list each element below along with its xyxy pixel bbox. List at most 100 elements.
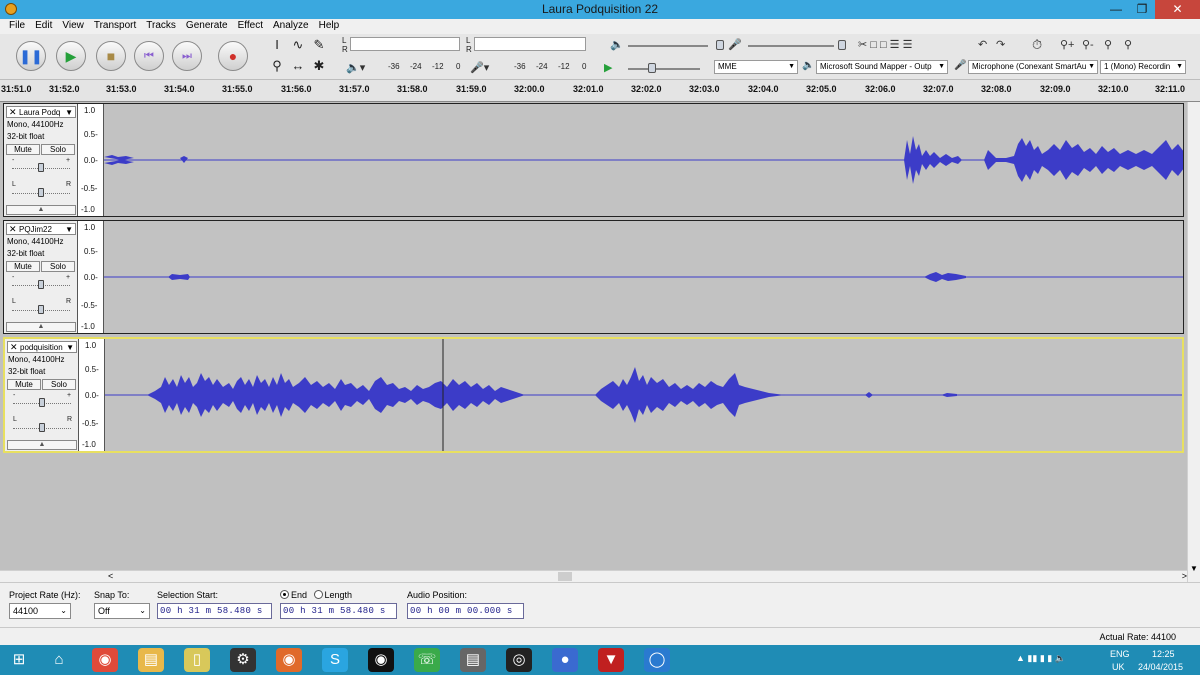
scroll-left-icon[interactable]: <	[108, 571, 113, 581]
track-panel[interactable]: ✕ Laura Podq ▼ Mono, 44100Hz 32-bit float …	[0, 102, 1187, 570]
collapse-track-button[interactable]: ▲	[6, 322, 76, 332]
fit-project-icon[interactable]: ⚲	[1124, 38, 1132, 51]
host-select[interactable]: MME ▼	[714, 60, 798, 74]
output-device-select[interactable]: Microsoft Sound Mapper - Outp ▼	[816, 60, 948, 74]
play-speed-knob[interactable]	[648, 63, 656, 73]
selection-start-field[interactable]: 00 h 31 m 58.480 s	[157, 603, 272, 619]
mute-button[interactable]: Mute	[6, 144, 40, 155]
mute-button[interactable]: Mute	[6, 261, 40, 272]
solo-button[interactable]: Solo	[41, 144, 75, 155]
waveform-area[interactable]	[104, 104, 1183, 216]
skip-start-button[interactable]: ⏮	[134, 41, 164, 71]
close-track-icon[interactable]: ✕	[9, 107, 17, 117]
record-meter[interactable]	[350, 37, 460, 51]
menu-generate[interactable]: Generate	[181, 19, 233, 34]
media-app-icon[interactable]: ▼	[598, 648, 624, 672]
solo-button[interactable]: Solo	[41, 261, 75, 272]
timeshift-tool-icon[interactable]: ↔	[289, 57, 307, 75]
origin-icon[interactable]: ◉	[276, 648, 302, 672]
restore-button[interactable]: ❐	[1129, 0, 1155, 19]
gain-knob[interactable]	[38, 163, 44, 172]
obs-icon[interactable]: ◎	[506, 648, 532, 672]
stop-button[interactable]: ■	[96, 41, 126, 71]
length-radio[interactable]	[313, 590, 323, 599]
input-volume-slider[interactable]	[748, 45, 834, 47]
menu-transport[interactable]: Transport	[89, 19, 141, 34]
scroll-right-icon[interactable]: >	[1182, 571, 1187, 581]
end-radio[interactable]	[280, 590, 289, 599]
collapse-track-button[interactable]: ▲	[6, 205, 76, 215]
notes-icon[interactable]: ▯	[184, 648, 210, 672]
project-rate-select[interactable]: 44100 ⌄	[9, 603, 71, 619]
menu-analyze[interactable]: Analyze	[268, 19, 314, 34]
horizontal-scrollbar[interactable]: < >	[0, 570, 1187, 582]
speaker-icon[interactable]: 🔈▾	[346, 61, 365, 74]
fit-selection-icon[interactable]: ⚲	[1104, 38, 1112, 51]
phone-app-icon[interactable]: ☏	[414, 648, 440, 672]
snap-to-select[interactable]: Off ⌄	[94, 603, 150, 619]
menu-view[interactable]: View	[57, 19, 89, 34]
edit-tools-icon[interactable]: ✂ □ □ ☰ ☰	[858, 38, 912, 51]
sync-lock-icon[interactable]: ⏱	[1032, 37, 1042, 53]
multi-tool-icon[interactable]: ✱	[310, 57, 328, 75]
gain-knob[interactable]	[38, 280, 44, 289]
zoom-tool-icon[interactable]: ⚲	[268, 57, 286, 75]
menu-help[interactable]: Help	[314, 19, 345, 34]
track-name-menu[interactable]: ✕ podquisition ▼	[7, 341, 77, 353]
chat-app-icon[interactable]: ◯	[644, 648, 670, 672]
close-track-icon[interactable]: ✕	[10, 342, 18, 352]
track-pqjim[interactable]: ✕ PQJim22 ▼ Mono, 44100Hz 32-bit float Mut…	[3, 220, 1184, 334]
input-device-select[interactable]: Microphone (Conexant SmartAu ▼	[968, 60, 1098, 74]
output-volume-slider[interactable]	[628, 45, 708, 47]
solo-button[interactable]: Solo	[42, 379, 76, 390]
play-speed-slider[interactable]	[628, 68, 700, 70]
language-indicator[interactable]: ENG	[1110, 649, 1130, 659]
undo-icon[interactable]: ↶	[978, 38, 987, 51]
track-name-menu[interactable]: ✕ Laura Podq ▼	[6, 106, 76, 118]
collapse-track-button[interactable]: ▲	[7, 440, 77, 450]
rec-app-icon[interactable]: ●	[552, 648, 578, 672]
channels-select[interactable]: 1 (Mono) Recordin ▼	[1100, 60, 1186, 74]
close-track-icon[interactable]: ✕	[9, 224, 17, 234]
steam-icon[interactable]: ⚙	[230, 648, 256, 672]
vertical-scrollbar[interactable]: ▼	[1187, 102, 1200, 582]
region-indicator[interactable]: UK	[1112, 662, 1125, 672]
selection-tool-icon[interactable]: I	[268, 36, 286, 54]
gain-knob[interactable]	[39, 398, 45, 407]
windows-start-icon[interactable]: ⊞	[6, 648, 32, 672]
menu-edit[interactable]: Edit	[30, 19, 57, 34]
microphone-icon[interactable]: 🎤▾	[470, 61, 489, 74]
play-button[interactable]: ▶	[56, 41, 86, 71]
pan-knob[interactable]	[39, 423, 45, 432]
minimize-button[interactable]: —	[1103, 0, 1129, 19]
timeline-ruler[interactable]: 31:51.0 31:52.0 31:53.0 31:54.0 31:55.0 …	[0, 80, 1200, 102]
input-volume-knob[interactable]	[838, 40, 846, 50]
close-button[interactable]: ✕	[1155, 0, 1200, 19]
audio-position-field[interactable]: 00 h 00 m 00.000 s	[407, 603, 524, 619]
selection-end-field[interactable]: 00 h 31 m 58.480 s	[280, 603, 397, 619]
menu-effect[interactable]: Effect	[233, 19, 268, 34]
output-volume-knob[interactable]	[716, 40, 724, 50]
zoom-in-icon[interactable]: ⚲+	[1060, 38, 1074, 51]
skype-icon[interactable]: S	[322, 648, 348, 672]
menu-file[interactable]: File	[4, 19, 30, 34]
envelope-tool-icon[interactable]: ∿	[289, 36, 307, 54]
track-name-menu[interactable]: ✕ PQJim22 ▼	[6, 223, 76, 235]
pause-button[interactable]: ❚❚	[16, 41, 46, 71]
record-button[interactable]: ●	[218, 41, 248, 71]
horizontal-scroll-thumb[interactable]	[558, 572, 572, 581]
track-podquisition[interactable]: ✕ podquisition ▼ Mono, 44100Hz 32-bit floa…	[3, 337, 1184, 453]
zoom-out-icon[interactable]: ⚲-	[1082, 38, 1094, 51]
home-icon[interactable]: ⌂	[46, 648, 72, 672]
play-at-speed-icon[interactable]: ▶	[604, 61, 612, 74]
scroll-down-icon[interactable]: ▼	[1190, 564, 1198, 573]
clock-time[interactable]: 12:25	[1152, 649, 1175, 659]
pan-knob[interactable]	[38, 305, 44, 314]
file-explorer-icon[interactable]: ▤	[138, 648, 164, 672]
waveform-area[interactable]	[105, 339, 1182, 451]
playback-meter[interactable]	[474, 37, 586, 51]
tray-icons[interactable]: ▲ ▮▮ ▮ ▮ 🔈	[1016, 653, 1066, 664]
track-laura[interactable]: ✕ Laura Podq ▼ Mono, 44100Hz 32-bit float …	[3, 103, 1184, 217]
pan-knob[interactable]	[38, 188, 44, 197]
draw-tool-icon[interactable]: ✎	[310, 36, 328, 54]
